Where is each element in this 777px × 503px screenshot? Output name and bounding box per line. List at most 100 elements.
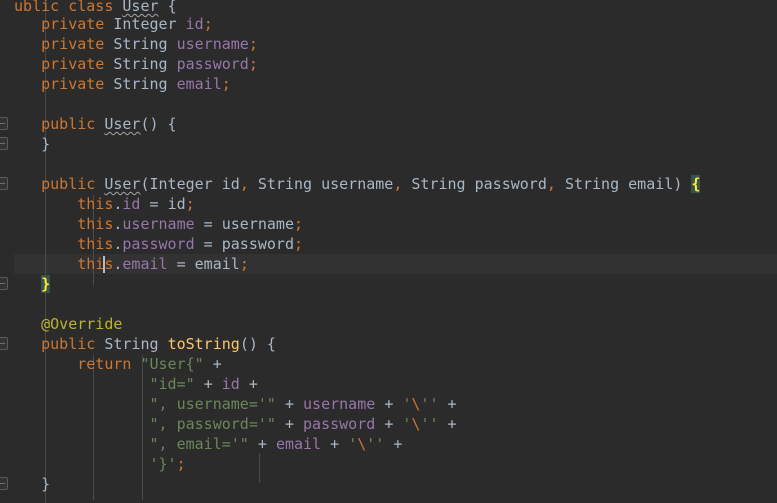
code-line-content: private String username; — [0, 34, 258, 54]
code-token-field: email — [176, 75, 222, 93]
fold-region-icon[interactable] — [0, 137, 8, 150]
code-token-ident: username — [321, 175, 394, 193]
code-token-punct — [159, 0, 168, 15]
code-line[interactable] — [0, 154, 777, 174]
code-token-punct — [213, 375, 222, 393]
code-token-field: username — [176, 35, 249, 53]
code-line[interactable]: this.id = id; — [0, 194, 777, 214]
code-line[interactable]: } — [0, 474, 777, 494]
code-token-ident: email — [194, 255, 240, 273]
code-token-ident: password — [474, 175, 547, 193]
code-token-op: + — [284, 395, 294, 413]
code-token-punct — [5, 415, 150, 433]
code-editor[interactable]: public class User { private Integer id; … — [0, 0, 777, 503]
code-line[interactable]: ", email='" + email + '\'' + — [0, 434, 777, 454]
code-token-kw: this — [77, 215, 114, 233]
code-line-content: this.email = email; — [0, 254, 249, 274]
code-token-str: '' — [366, 435, 385, 453]
code-token-punct: () { — [140, 115, 177, 133]
code-line[interactable]: ", username='" + username + '\'' + — [0, 394, 777, 414]
code-token-type: String — [411, 175, 466, 193]
code-token-comma: ; — [294, 235, 304, 253]
code-line[interactable]: "id=" + id + — [0, 374, 777, 394]
code-line[interactable]: public User(Integer id, String username,… — [0, 174, 777, 194]
code-line[interactable]: '}'; — [0, 454, 777, 474]
code-token-punct — [276, 415, 285, 433]
code-token-squiggle: User — [122, 0, 159, 15]
code-line-content: return "User{" + — [0, 354, 222, 374]
code-token-punct — [5, 375, 150, 393]
editor-gutter[interactable] — [0, 0, 14, 503]
code-token-field: email — [275, 435, 322, 453]
code-line[interactable]: private String email; — [0, 74, 777, 94]
code-token-field: password — [122, 235, 195, 253]
code-line[interactable]: private Integer id; — [0, 14, 777, 34]
code-line[interactable] — [0, 294, 777, 314]
code-line[interactable]: private String password; — [0, 54, 777, 74]
code-token-brace-match: { — [691, 175, 701, 193]
fold-region-icon[interactable] — [0, 277, 8, 290]
code-token-punct — [439, 415, 448, 433]
code-token-punct: () { — [239, 335, 276, 353]
code-token-str: "User{" — [140, 355, 204, 373]
code-token-punct — [294, 395, 303, 413]
code-token-kw: private — [41, 75, 105, 93]
code-token-str: '}' — [149, 455, 177, 473]
code-line[interactable]: @Override — [0, 314, 777, 334]
code-token-punct — [159, 335, 168, 353]
code-line-content: public User() { — [0, 114, 177, 134]
fold-region-icon[interactable] — [0, 117, 8, 130]
code-token-kw: public — [41, 335, 96, 353]
code-token-comma: , — [239, 175, 249, 193]
code-line-content: this.id = id; — [0, 194, 194, 214]
code-token-op: + — [384, 415, 394, 433]
fold-region-icon[interactable] — [0, 177, 8, 190]
code-token-punct — [249, 175, 258, 193]
code-token-str: ", password='" — [149, 415, 276, 433]
code-line-content: private Integer id; — [0, 14, 213, 34]
code-line[interactable]: } — [0, 274, 777, 294]
code-token-punct — [267, 435, 276, 453]
code-token-esc: \ — [357, 435, 367, 453]
code-token-op: + — [447, 415, 457, 433]
code-token-punct — [556, 175, 565, 193]
code-token-punct: { — [167, 0, 177, 15]
code-token-field: username — [303, 395, 376, 413]
code-line-content: public String toString() { — [0, 334, 276, 354]
code-token-type: String — [564, 175, 620, 193]
code-token-comma: ; — [221, 75, 231, 93]
fold-region-icon[interactable] — [0, 477, 8, 490]
code-line[interactable]: this.email = email; — [0, 254, 777, 274]
code-line[interactable]: ", password='" + password + '\'' + — [0, 414, 777, 434]
code-line[interactable]: this.password = password; — [0, 234, 777, 254]
code-token-punct — [276, 395, 285, 413]
code-line[interactable] — [0, 94, 777, 114]
code-line[interactable]: this.username = username; — [0, 214, 777, 234]
code-line[interactable]: return "User{" + — [0, 354, 777, 374]
code-token-field: id — [221, 375, 240, 393]
code-token-op: + — [203, 375, 213, 393]
code-token-str: ' — [348, 435, 358, 453]
code-token-method: toString — [167, 335, 240, 353]
code-token-op: = — [194, 235, 222, 253]
code-token-punct — [5, 195, 77, 213]
code-token-type: Integer — [149, 175, 213, 193]
code-line[interactable]: public User() { — [0, 114, 777, 134]
code-token-field: password — [176, 55, 249, 73]
code-token-op: + — [248, 375, 258, 393]
fold-region-icon[interactable] — [0, 337, 8, 350]
code-line-content: public User(Integer id, String username,… — [0, 174, 701, 194]
code-token-kw: this — [77, 255, 114, 273]
code-line-content: @Override — [0, 314, 122, 334]
code-token-field: id — [185, 15, 204, 33]
code-line[interactable]: private String username; — [0, 34, 777, 54]
code-token-comma: ; — [248, 55, 258, 73]
code-token-punct — [213, 175, 222, 193]
code-line[interactable]: } — [0, 134, 777, 154]
code-text-area[interactable]: public class User { private Integer id; … — [0, 0, 777, 503]
code-line[interactable]: public String toString() { — [0, 334, 777, 354]
code-token-kw: public — [41, 175, 96, 193]
code-token-ident: password — [221, 235, 294, 253]
code-token-punct — [95, 175, 104, 193]
code-token-punct — [384, 435, 393, 453]
